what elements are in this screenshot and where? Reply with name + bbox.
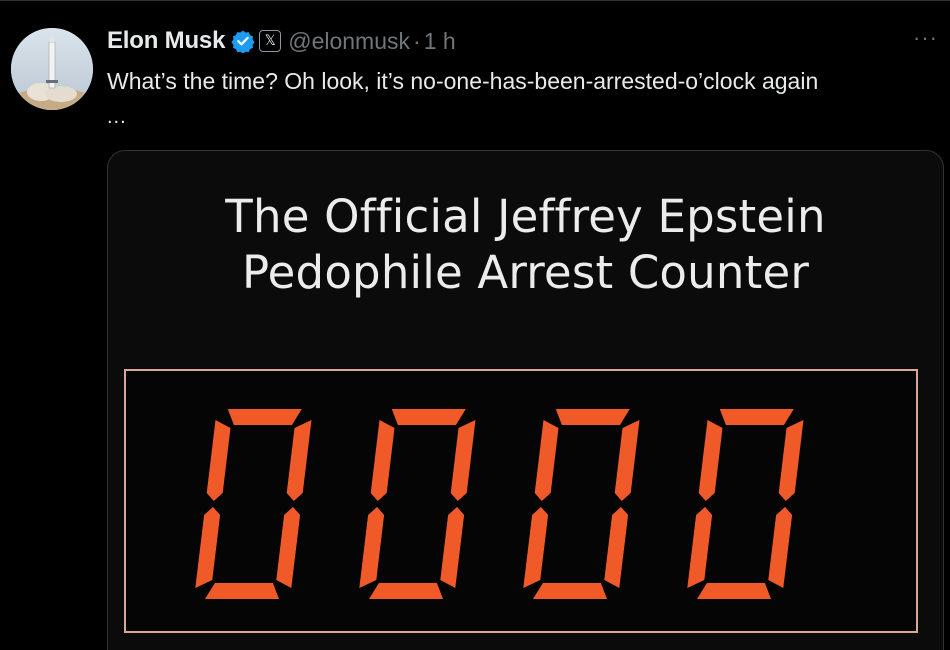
tweet-text-ellipsis: ... [107,106,127,128]
digit-segment [719,409,794,425]
digit-segment [534,420,559,501]
digit-segment [370,420,395,501]
counter-digits [195,409,804,599]
digit-segment [440,507,465,588]
tweet-header: Elon Musk 𝕏 @elonmusk · 1 h [107,26,456,56]
avatar[interactable] [11,28,93,110]
digit-segment [614,420,640,501]
x-logo-icon[interactable]: 𝕏 [259,30,282,52]
digit-segment [276,507,301,588]
tweet-timestamp[interactable]: 1 h [424,28,456,55]
digit-segment [391,409,466,425]
author-handle[interactable]: @elonmusk [288,28,410,55]
digit-segment [697,583,771,599]
digit-segment [523,507,549,588]
avatar-rocket-image [11,28,93,110]
tweet-card[interactable]: Elon Musk 𝕏 @elonmusk · 1 h ··· What’s t… [0,0,950,650]
counter-digit [359,409,476,599]
digit-segment [369,583,443,599]
digit-segment [450,420,476,501]
more-options-icon[interactable]: ··· [913,27,938,49]
counter-display [124,369,918,633]
digit-segment [778,420,804,501]
digit-segment [604,507,629,588]
digit-segment [555,409,630,425]
media-title: The Official Jeffrey Epstein Pedophile A… [108,189,943,301]
digit-segment [533,583,607,599]
digit-segment [195,507,221,588]
author-name[interactable]: Elon Musk [107,27,225,55]
digit-segment [205,583,279,599]
verified-badge-icon[interactable] [231,29,255,53]
media-image[interactable]: The Official Jeffrey Epstein Pedophile A… [107,150,944,650]
digit-segment [227,409,302,425]
digit-segment [768,507,793,588]
tweet-text-line: What’s the time? Oh look, it’s no-one-ha… [107,68,819,94]
digit-segment [687,507,713,588]
separator-dot: · [413,27,421,54]
media-title-line-2: Pedophile Arrest Counter [241,246,810,299]
counter-digit [523,409,640,599]
digit-segment [286,420,312,501]
counter-digit [195,409,312,599]
digit-segment [359,507,385,588]
media-title-line-1: The Official Jeffrey Epstein [225,190,826,243]
digit-segment [206,420,231,501]
tweet-text: What’s the time? Oh look, it’s no-one-ha… [107,65,947,133]
counter-digit [687,409,804,599]
digit-segment [698,420,723,501]
